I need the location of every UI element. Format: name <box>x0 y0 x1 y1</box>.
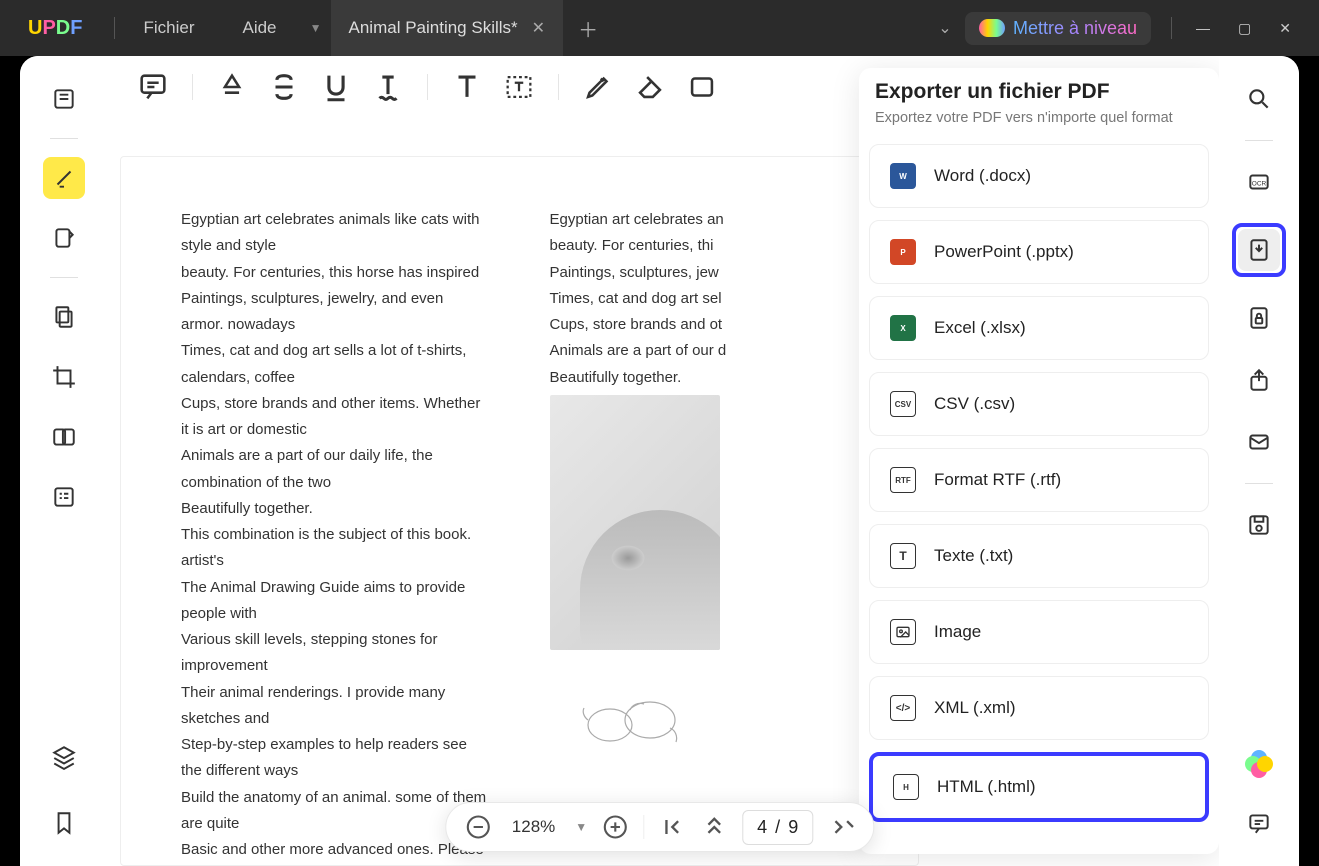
image-icon <box>890 619 916 645</box>
export-word[interactable]: WWord (.docx) <box>869 144 1209 208</box>
window-maximize-icon[interactable]: ▢ <box>1238 20 1251 37</box>
eraser-icon[interactable] <box>633 70 667 104</box>
powerpoint-icon: P <box>890 239 916 265</box>
underline-icon[interactable] <box>319 70 353 104</box>
app-logo: UPDF <box>0 17 110 40</box>
tab-close-icon[interactable]: ✕ <box>532 18 545 38</box>
tab-overflow-icon[interactable]: ⌄ <box>925 18 965 38</box>
pencil-icon[interactable] <box>581 70 615 104</box>
first-page-icon[interactable] <box>658 813 686 841</box>
edit-tool-icon[interactable] <box>43 217 85 259</box>
tab-title: Animal Painting Skills* <box>349 18 518 38</box>
left-toolbar <box>20 56 108 866</box>
workspace: Egyptian art celebrates animals like cat… <box>20 56 1299 866</box>
zoom-page-bar: 128% ▼ 4/9 <box>445 802 874 852</box>
zoom-out-icon[interactable] <box>464 813 492 841</box>
text-icon[interactable] <box>450 70 484 104</box>
bookmark-icon[interactable] <box>43 802 85 844</box>
sketch-image <box>550 670 720 770</box>
organize-pages-icon[interactable] <box>43 296 85 338</box>
next-page-icon[interactable] <box>827 813 855 841</box>
highlight-tool-icon[interactable] <box>43 157 85 199</box>
search-icon[interactable] <box>1238 78 1280 120</box>
tab-dropdown-icon[interactable]: ▼ <box>301 21 331 35</box>
convert-icon[interactable] <box>1238 229 1280 271</box>
annotation-toolbar <box>108 56 919 118</box>
upgrade-label: Mettre à niveau <box>1013 18 1137 39</box>
page-text-column-1: Egyptian art celebrates animals like cat… <box>181 207 490 866</box>
window-minimize-icon[interactable]: — <box>1196 20 1210 37</box>
document-page[interactable]: Egyptian art celebrates animals like cat… <box>120 156 919 866</box>
comment-icon[interactable] <box>136 70 170 104</box>
squiggly-icon[interactable] <box>371 70 405 104</box>
mail-icon[interactable] <box>1238 421 1280 463</box>
crop-tool-icon[interactable] <box>43 356 85 398</box>
html-icon: H <box>893 774 919 800</box>
word-icon: W <box>890 163 916 189</box>
menu-file[interactable]: Fichier <box>119 18 218 38</box>
export-html[interactable]: HHTML (.html) <box>869 752 1209 822</box>
zoom-dropdown-icon[interactable]: ▼ <box>575 820 587 834</box>
shape-icon[interactable] <box>685 70 719 104</box>
menu-help[interactable]: Aide <box>218 18 300 38</box>
excel-icon: X <box>890 315 916 341</box>
titlebar: UPDF Fichier Aide ▼ Animal Painting Skil… <box>0 0 1319 56</box>
right-toolbar: OCR <box>1219 56 1299 866</box>
textbox-icon[interactable] <box>502 70 536 104</box>
reader-mode-icon[interactable] <box>43 78 85 120</box>
window-close-icon[interactable]: ✕ <box>1279 20 1291 37</box>
export-csv[interactable]: CSVCSV (.csv) <box>869 372 1209 436</box>
upgrade-button[interactable]: Mettre à niveau <box>965 12 1151 45</box>
ai-assistant-icon[interactable] <box>1245 750 1273 778</box>
export-excel[interactable]: XExcel (.xlsx) <box>869 296 1209 360</box>
protect-icon[interactable] <box>1238 297 1280 339</box>
page-text-column-2: Egyptian art celebrates an beauty. For c… <box>550 207 859 391</box>
text-icon: T <box>890 543 916 569</box>
cat-photo-image <box>550 395 720 650</box>
export-text[interactable]: TTexte (.txt) <box>869 524 1209 588</box>
svg-text:OCR: OCR <box>1252 180 1267 187</box>
share-icon[interactable] <box>1238 359 1280 401</box>
rtf-icon: RTF <box>890 467 916 493</box>
tab-add-icon[interactable]: ＋ <box>563 14 613 43</box>
zoom-value: 128% <box>506 817 561 837</box>
prev-page-icon[interactable] <box>700 813 728 841</box>
form-tool-icon[interactable] <box>43 476 85 518</box>
layers-icon[interactable] <box>43 736 85 778</box>
highlighter-icon[interactable] <box>215 70 249 104</box>
export-powerpoint[interactable]: PPowerPoint (.pptx) <box>869 220 1209 284</box>
export-rtf[interactable]: RTFFormat RTF (.rtf) <box>869 448 1209 512</box>
save-icon[interactable] <box>1238 504 1280 546</box>
zoom-in-icon[interactable] <box>601 813 629 841</box>
convert-highlighted <box>1232 223 1286 277</box>
xml-icon: </> <box>890 695 916 721</box>
strikethrough-icon[interactable] <box>267 70 301 104</box>
ocr-icon[interactable]: OCR <box>1238 161 1280 203</box>
csv-icon: CSV <box>890 391 916 417</box>
export-subtitle: Exportez votre PDF vers n'importe quel f… <box>869 110 1209 126</box>
chat-icon[interactable] <box>1238 802 1280 844</box>
compare-tool-icon[interactable] <box>43 416 85 458</box>
upgrade-rainbow-icon <box>979 19 1005 37</box>
export-title: Exporter un fichier PDF <box>869 80 1209 104</box>
export-image[interactable]: Image <box>869 600 1209 664</box>
page-input[interactable]: 4/9 <box>742 810 813 845</box>
document-tab[interactable]: Animal Painting Skills* ✕ <box>331 0 564 56</box>
export-xml[interactable]: </>XML (.xml) <box>869 676 1209 740</box>
export-panel: Exporter un fichier PDF Exportez votre P… <box>859 68 1219 854</box>
